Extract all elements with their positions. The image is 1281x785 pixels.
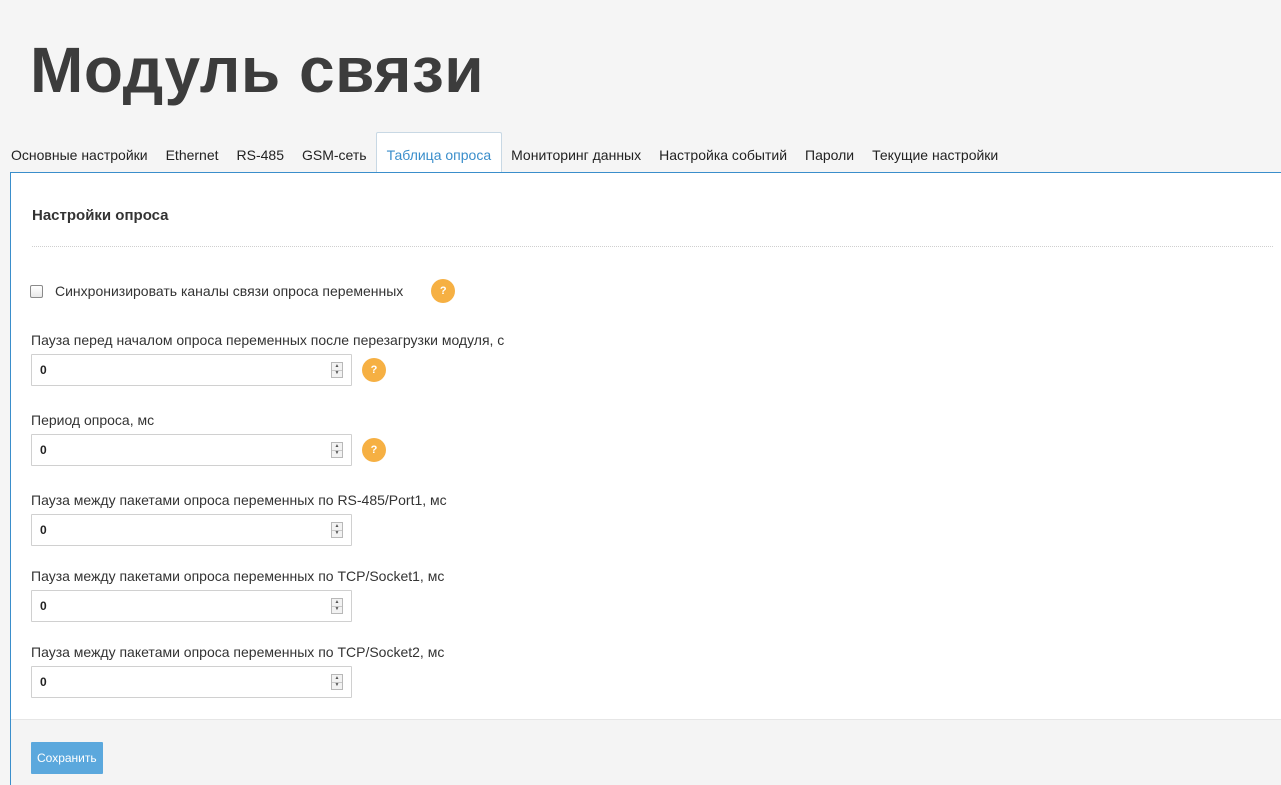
socket1-pause-input[interactable]: 0 ▲ ▼ — [31, 590, 352, 622]
tab-current-settings[interactable]: Текущие настройки — [863, 135, 1007, 173]
help-icon[interactable]: ? — [362, 358, 386, 382]
tab-rs485[interactable]: RS-485 — [228, 135, 293, 173]
divider — [32, 246, 1273, 247]
tab-main-settings[interactable]: Основные настройки — [10, 135, 157, 173]
caret-down-icon[interactable]: ▼ — [332, 369, 342, 378]
rs485-pause-label: Пауза между пакетами опроса переменных п… — [31, 492, 447, 508]
rs485-pause-input[interactable]: 0 ▲ ▼ — [31, 514, 352, 546]
restart-pause-label: Пауза перед началом опроса переменных по… — [31, 332, 505, 348]
socket2-pause-value: 0 — [40, 675, 47, 689]
number-spinner[interactable]: ▲ ▼ — [331, 598, 343, 614]
number-spinner[interactable]: ▲ ▼ — [331, 674, 343, 690]
help-icon[interactable]: ? — [431, 279, 456, 303]
sync-channels-row: Синхронизировать каналы связи опроса пер… — [30, 277, 456, 305]
number-spinner[interactable]: ▲ ▼ — [331, 442, 343, 458]
rs485-pause-field: Пауза между пакетами опроса переменных п… — [31, 490, 447, 546]
caret-down-icon[interactable]: ▼ — [332, 449, 342, 458]
number-spinner[interactable]: ▲ ▼ — [331, 362, 343, 378]
socket2-pause-field: Пауза между пакетами опроса переменных п… — [31, 642, 444, 698]
tab-event-settings[interactable]: Настройка событий — [650, 135, 796, 173]
save-button[interactable]: Сохранить — [31, 742, 103, 774]
restart-pause-input[interactable]: 0 ▲ ▼ — [31, 354, 352, 386]
tab-bar: Основные настройки Ethernet RS-485 GSM-с… — [10, 131, 1281, 174]
restart-pause-value: 0 — [40, 363, 47, 377]
tab-passwords[interactable]: Пароли — [796, 135, 863, 173]
tab-gsm[interactable]: GSM-сеть — [293, 135, 376, 173]
socket2-pause-label: Пауза между пакетами опроса переменных п… — [31, 644, 445, 660]
form-footer: Сохранить — [11, 719, 1281, 785]
number-spinner[interactable]: ▲ ▼ — [331, 522, 343, 538]
caret-down-icon[interactable]: ▼ — [332, 529, 342, 538]
socket2-pause-input[interactable]: 0 ▲ ▼ — [31, 666, 352, 698]
socket1-pause-label: Пауза между пакетами опроса переменных п… — [31, 568, 445, 584]
poll-period-label: Период опроса, мс — [31, 412, 155, 428]
page-title: Модуль связи — [30, 34, 485, 106]
panel-heading: Настройки опроса — [32, 207, 169, 224]
poll-period-input[interactable]: 0 ▲ ▼ — [31, 434, 352, 466]
tab-data-monitoring[interactable]: Мониторинг данных — [502, 135, 650, 173]
restart-pause-field: Пауза перед началом опроса переменных по… — [31, 330, 504, 386]
rs485-pause-value: 0 — [40, 523, 47, 537]
help-icon[interactable]: ? — [362, 438, 386, 462]
tab-poll-table[interactable]: Таблица опроса — [375, 132, 503, 174]
sync-channels-checkbox[interactable] — [30, 284, 43, 298]
socket1-pause-field: Пауза между пакетами опроса переменных п… — [31, 566, 444, 622]
sync-channels-label: Синхронизировать каналы связи опроса пер… — [55, 283, 404, 299]
caret-down-icon[interactable]: ▼ — [332, 681, 342, 690]
tab-ethernet[interactable]: Ethernet — [157, 135, 228, 173]
caret-down-icon[interactable]: ▼ — [332, 605, 342, 614]
poll-period-value: 0 — [40, 443, 47, 457]
poll-period-field: Период опроса, мс 0 ▲ ▼ ? — [31, 410, 386, 466]
socket1-pause-value: 0 — [40, 599, 47, 613]
poll-settings-panel: Настройки опроса Синхронизировать каналы… — [10, 172, 1281, 785]
